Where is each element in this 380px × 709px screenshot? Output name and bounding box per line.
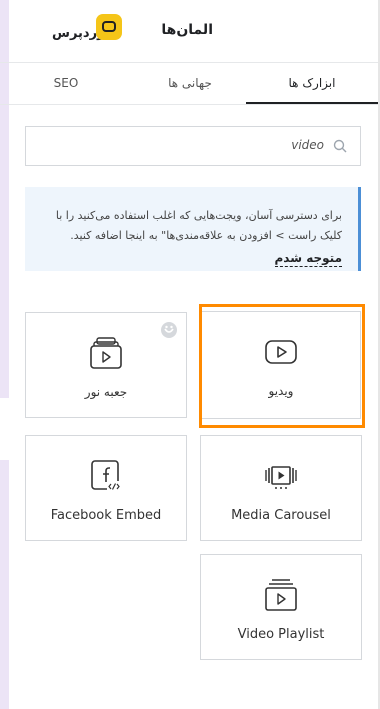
- tab-globals[interactable]: جهانی ها: [134, 63, 246, 104]
- widget-lightbox[interactable]: جعبه نور: [25, 312, 187, 418]
- search-value: video: [291, 138, 324, 152]
- widget-facebook-embed[interactable]: Facebook Embed: [25, 435, 187, 541]
- left-panel-strip: [0, 460, 9, 709]
- notice-text: برای دسترسی آسان، ویجت‌هایی که اغلب استف…: [55, 209, 342, 242]
- panel-tabs: ابزارک ها جهانی ها SEO: [0, 63, 378, 105]
- widget-label: Media Carousel: [231, 508, 331, 523]
- widget-label: Video Playlist: [237, 627, 325, 642]
- logo-badge-icon: [96, 14, 122, 40]
- video-playlist-icon: [265, 579, 297, 611]
- widget-media-carousel[interactable]: Media Carousel: [200, 435, 362, 541]
- widget-video-playlist[interactable]: Video Playlist: [200, 554, 362, 660]
- panel-header: المان‌ها وردپرس: [0, 0, 378, 63]
- tab-widgets[interactable]: ابزارک ها: [246, 63, 378, 104]
- tab-seo[interactable]: SEO: [0, 63, 132, 104]
- favorites-notice: برای دسترسی آسان، ویجت‌هایی که اغلب استف…: [25, 187, 361, 271]
- dismiss-notice-link[interactable]: متوجه شدم: [274, 251, 342, 267]
- widget-search-input[interactable]: video: [25, 126, 361, 166]
- facebook-embed-icon: [91, 460, 123, 492]
- selection-highlight: [199, 304, 365, 428]
- widget-label: Facebook Embed: [50, 508, 162, 523]
- pro-badge-icon: [161, 322, 177, 338]
- widget-label: جعبه نور: [84, 385, 128, 399]
- site-logo[interactable]: وردپرس: [52, 14, 132, 48]
- lightbox-icon: [90, 337, 122, 369]
- media-carousel-icon: [265, 466, 297, 489]
- panel-title: المان‌ها: [161, 22, 213, 38]
- search-icon: [333, 139, 347, 153]
